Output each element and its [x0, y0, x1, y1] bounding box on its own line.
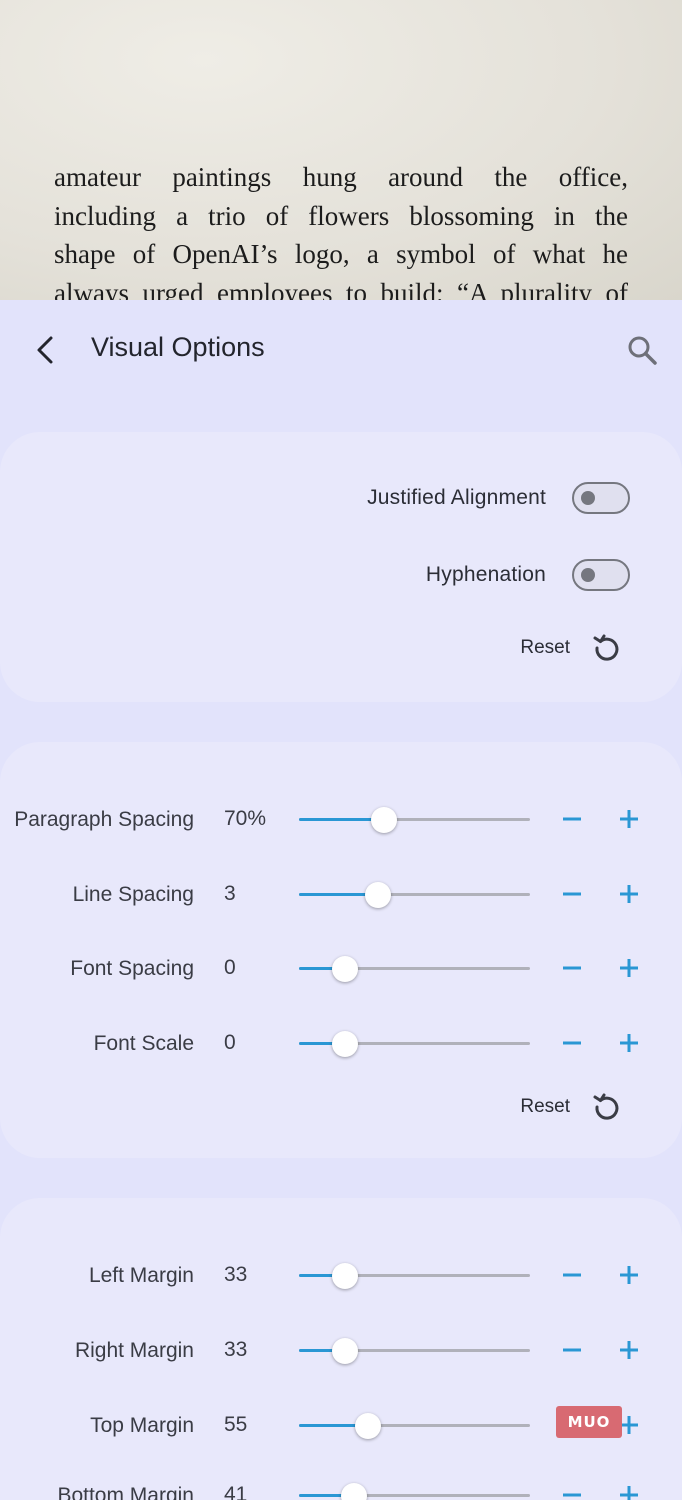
slider-thumb[interactable]: [355, 1413, 382, 1439]
slider-value: 55: [224, 1413, 248, 1436]
increase-button[interactable]: [615, 1261, 643, 1289]
spacing-card: Paragraph Spacing 70% Line Spacing 3 Fon…: [0, 742, 682, 1158]
paragraph-spacing-slider[interactable]: [299, 807, 530, 833]
slider-value: 41: [224, 1483, 248, 1500]
page-title: Visual Options: [91, 332, 265, 362]
top-app-bar: Visual Options: [0, 300, 682, 400]
slider-value: 0: [224, 1031, 236, 1054]
plus-icon: [620, 810, 638, 828]
slider-label: Top Margin: [90, 1413, 194, 1437]
font-scale-slider[interactable]: [299, 1031, 530, 1057]
reset-label: Reset: [520, 1096, 570, 1117]
slider-thumb[interactable]: [332, 956, 359, 982]
back-button[interactable]: [28, 330, 62, 370]
slider-value: 3: [224, 882, 236, 905]
search-button[interactable]: [624, 332, 660, 368]
hyphenation-row[interactable]: Hyphenation: [426, 557, 630, 593]
plus-icon: [620, 1034, 638, 1052]
visual-options-sheet: Visual Options Justified Alignment Hyphe…: [0, 300, 682, 1500]
left-margin-slider[interactable]: [299, 1263, 530, 1289]
plus-icon: [620, 885, 638, 903]
slider-label: Font Spacing: [70, 956, 194, 980]
paragraph-spacing-row: Paragraph Spacing 70%: [0, 794, 682, 844]
slider-value: 0: [224, 956, 236, 979]
top-margin-slider[interactable]: [299, 1413, 530, 1439]
increase-button[interactable]: [615, 805, 643, 833]
slider-value: 33: [224, 1263, 248, 1286]
increase-button[interactable]: [615, 1029, 643, 1057]
font-spacing-slider[interactable]: [299, 956, 530, 982]
minus-icon: [563, 1348, 581, 1352]
reset-icon: [592, 1092, 622, 1122]
slider-label: Right Margin: [74, 1338, 194, 1362]
slider-thumb[interactable]: [371, 807, 398, 833]
spacing-reset-button[interactable]: Reset: [520, 1090, 622, 1124]
justified-alignment-toggle[interactable]: [572, 482, 630, 514]
slider-value: 33: [224, 1338, 248, 1361]
book-line: including a trio of flowers blossoming i…: [54, 200, 628, 231]
slider-thumb[interactable]: [332, 1031, 359, 1057]
font-spacing-row: Font Spacing 0: [0, 943, 682, 993]
plus-icon: [620, 1266, 638, 1284]
slider-label: Paragraph Spacing: [14, 807, 194, 831]
slider-thumb[interactable]: [332, 1263, 359, 1289]
increase-button[interactable]: [615, 880, 643, 908]
slider-label: Font Scale: [93, 1031, 194, 1055]
slider-label: Line Spacing: [72, 882, 194, 906]
line-spacing-slider[interactable]: [299, 882, 530, 908]
slider-value: 70%: [224, 807, 267, 830]
book-line: shape of OpenAI’s logo, a symbol of what…: [54, 239, 628, 269]
muo-watermark-logo: MUO: [556, 1406, 622, 1438]
minus-icon: [563, 1041, 581, 1045]
slider-label: Bottom Margin: [57, 1483, 194, 1500]
reset-icon: [592, 633, 622, 663]
book-page: amateur paintings hung around the office…: [0, 0, 682, 300]
chevron-left-icon: [37, 336, 53, 364]
search-icon: [628, 336, 657, 365]
minus-icon: [563, 1493, 581, 1497]
decrease-button[interactable]: [558, 1336, 586, 1364]
font-scale-row: Font Scale 0: [0, 1018, 682, 1068]
decrease-button[interactable]: [558, 1481, 586, 1500]
right-margin-slider[interactable]: [299, 1338, 530, 1364]
line-spacing-row: Line Spacing 3: [0, 869, 682, 919]
increase-button[interactable]: [615, 954, 643, 982]
decrease-button[interactable]: [558, 954, 586, 982]
book-line: amateur paintings hung around the office…: [54, 162, 628, 192]
bottom-margin-slider[interactable]: [299, 1483, 530, 1500]
plus-icon: [620, 1486, 638, 1500]
decrease-button[interactable]: [558, 880, 586, 908]
justified-alignment-row[interactable]: Justified Alignment: [367, 480, 630, 516]
increase-button[interactable]: [615, 1336, 643, 1364]
decrease-button[interactable]: [558, 1029, 586, 1057]
watermark-text: MUO: [567, 1413, 611, 1431]
toggle-knob: [581, 491, 595, 505]
minus-icon: [563, 966, 581, 970]
minus-icon: [563, 1273, 581, 1277]
hyphenation-toggle[interactable]: [572, 559, 630, 591]
plus-icon: [620, 959, 638, 977]
minus-icon: [563, 892, 581, 896]
slider-thumb[interactable]: [364, 882, 391, 908]
decrease-button[interactable]: [558, 805, 586, 833]
minus-icon: [563, 817, 581, 821]
toggle-label: Hyphenation: [425, 563, 546, 586]
book-line: always urged employees to build: “A plur…: [54, 277, 628, 301]
left-margin-row: Left Margin 33: [0, 1250, 682, 1300]
margins-card: Left Margin 33 Right Margin 33 Top Margi…: [0, 1198, 682, 1500]
slider-thumb[interactable]: [341, 1483, 368, 1500]
book-text: amateur paintings hung around the office…: [54, 158, 628, 300]
increase-button[interactable]: [615, 1481, 643, 1500]
plus-icon: [620, 1341, 638, 1359]
toggle-label: Justified Alignment: [367, 486, 546, 509]
alignment-reset-button[interactable]: Reset: [520, 631, 622, 665]
right-margin-row: Right Margin 33: [0, 1325, 682, 1375]
decrease-button[interactable]: [558, 1261, 586, 1289]
slider-label: Left Margin: [88, 1263, 194, 1287]
reset-label: Reset: [520, 637, 570, 658]
bottom-margin-row: Bottom Margin 41: [0, 1470, 682, 1500]
slider-thumb[interactable]: [332, 1338, 359, 1364]
toggle-knob: [581, 568, 595, 582]
alignment-card: Justified Alignment Hyphenation Reset: [0, 432, 682, 702]
